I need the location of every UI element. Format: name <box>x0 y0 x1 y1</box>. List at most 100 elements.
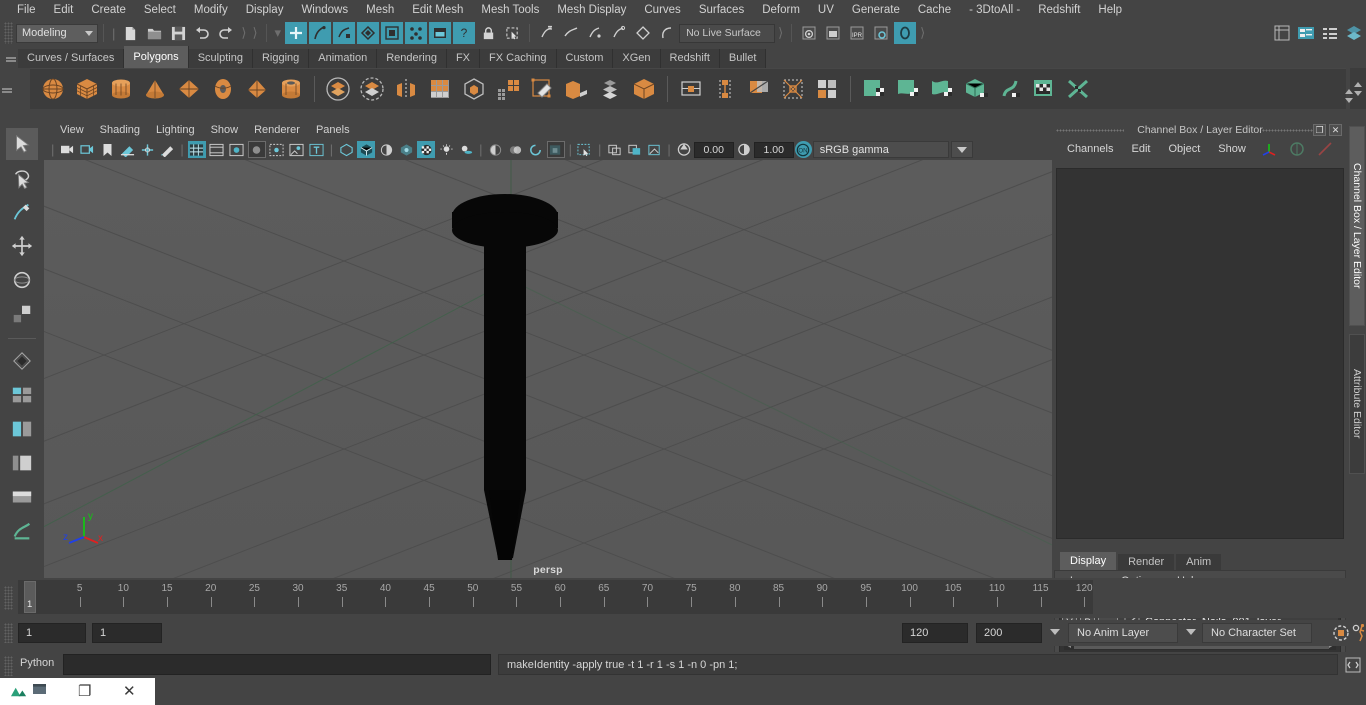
gate-mask-icon[interactable] <box>247 141 266 158</box>
vertical-tab-channel-box[interactable]: Channel Box / Layer Editor <box>1349 126 1365 326</box>
select-camera-icon[interactable] <box>58 141 76 158</box>
multisample-icon[interactable] <box>546 141 565 158</box>
command-input[interactable] <box>63 654 491 675</box>
anti-alias-icon[interactable] <box>527 141 545 158</box>
new-scene-icon[interactable] <box>119 22 141 44</box>
panel-close-button[interactable]: ✕ <box>1329 124 1342 136</box>
motion-blur-icon[interactable] <box>507 141 525 158</box>
lock-icon[interactable] <box>477 22 499 44</box>
render-sequence-icon[interactable] <box>822 22 844 44</box>
render-settings-icon[interactable] <box>870 22 892 44</box>
viewport-menu-show[interactable]: Show <box>203 122 247 139</box>
mesh-cube-icon[interactable] <box>627 72 661 106</box>
animation-start-time-field[interactable]: 1 <box>18 623 86 643</box>
shelf-tab-animation[interactable]: Animation <box>309 49 378 68</box>
polygon-pyramid-icon[interactable] <box>240 72 274 106</box>
hypershade-layout-icon[interactable] <box>6 515 38 547</box>
shelf-tab-xgen[interactable]: XGen <box>613 49 661 68</box>
ipr-render-icon[interactable]: IPR <box>846 22 868 44</box>
live-surface-field[interactable]: No Live Surface <box>679 23 776 43</box>
auto-keyframe-toggle-icon[interactable] <box>1332 624 1350 645</box>
channelbox-menu-edit[interactable]: Edit <box>1122 143 1159 155</box>
uv-snapshot-icon[interactable] <box>1061 72 1095 106</box>
outliner-layout-icon[interactable] <box>6 447 38 479</box>
menu-redshift[interactable]: Redshift <box>1029 0 1089 20</box>
boolean-union-icon[interactable] <box>321 72 355 106</box>
menu-uv[interactable]: UV <box>809 0 843 20</box>
tab-display[interactable]: Display <box>1060 552 1117 570</box>
panel-grip-left[interactable] <box>1056 129 1124 132</box>
menu-mesh-display[interactable]: Mesh Display <box>548 0 635 20</box>
open-outliner-icon[interactable] <box>1271 22 1293 44</box>
menu-modify[interactable]: Modify <box>185 0 237 20</box>
shelf-grip[interactable] <box>4 48 18 68</box>
polygon-pipe-icon[interactable] <box>274 72 308 106</box>
scale-tool[interactable] <box>6 298 38 330</box>
collapse-marker-3[interactable]: ⟩ <box>249 25 260 41</box>
tab-render[interactable]: Render <box>1118 554 1175 570</box>
exposure-aperture-icon[interactable] <box>675 141 693 158</box>
window-thumbnail-icon[interactable] <box>32 682 51 701</box>
grease-pencil-icon[interactable] <box>158 141 176 158</box>
select-tool-region-icon[interactable] <box>501 22 523 44</box>
playback-end-time-field[interactable]: 120 <box>902 623 968 643</box>
current-time-indicator[interactable]: 1 <box>24 581 36 613</box>
viewport-toolbar-grip[interactable]: | <box>48 142 57 157</box>
combine-meshes-icon[interactable] <box>423 72 457 106</box>
channel-box-toggle-icon[interactable] <box>1319 22 1341 44</box>
shelf-tab-fx[interactable]: FX <box>446 49 481 68</box>
extrude-icon[interactable] <box>559 72 593 106</box>
time-slider-grip[interactable] <box>4 586 13 610</box>
film-gate-icon[interactable] <box>208 141 226 158</box>
move-tool[interactable] <box>6 230 38 262</box>
panel-undock-button[interactable]: ❐ <box>1313 124 1326 136</box>
xray-icon[interactable] <box>268 141 286 158</box>
snap-to-view-plane-icon[interactable] <box>632 22 654 44</box>
animation-end-time-field[interactable]: 200 <box>976 623 1042 643</box>
screen-space-ao-icon[interactable] <box>487 141 505 158</box>
open-scene-icon[interactable] <box>143 22 165 44</box>
shelf-tab-polygons[interactable]: Polygons <box>124 46 189 68</box>
use-default-material-icon[interactable] <box>397 141 415 158</box>
tab-anim[interactable]: Anim <box>1176 554 1222 570</box>
playback-start-time-field[interactable]: 1 <box>92 623 162 643</box>
attribute-editor-toggle-icon[interactable] <box>1295 22 1317 44</box>
command-result-field[interactable]: makeIdentity -apply true -t 1 -r 1 -s 1 … <box>498 654 1338 675</box>
vertical-tab-attribute-editor[interactable]: Attribute Editor <box>1349 334 1365 474</box>
make-live-icon[interactable] <box>656 22 678 44</box>
uv-editor-icon[interactable] <box>1027 72 1061 106</box>
camera-attributes-icon[interactable] <box>78 141 96 158</box>
channelbox-menu-object[interactable]: Object <box>1159 143 1209 155</box>
menu-edit[interactable]: Edit <box>45 0 83 20</box>
select-vertices-icon[interactable] <box>405 22 428 44</box>
polygon-cylinder-icon[interactable] <box>104 72 138 106</box>
collapse-marker-4[interactable]: ⟩ <box>775 25 786 41</box>
uv-unfold-icon[interactable] <box>993 72 1027 106</box>
character-set-selector[interactable]: No Character Set <box>1202 623 1312 643</box>
channelbox-menu-channels[interactable]: Channels <box>1058 143 1122 155</box>
collapse-marker[interactable]: | <box>109 26 118 41</box>
color-space-dropdown-arrow[interactable] <box>950 141 973 158</box>
poly-component-icon[interactable] <box>6 345 38 377</box>
mirror-geometry-icon[interactable] <box>389 72 423 106</box>
channelbox-menu-show[interactable]: Show <box>1209 143 1255 155</box>
uv-planar-map-icon[interactable] <box>857 72 891 106</box>
smooth-mesh-icon[interactable] <box>457 72 491 106</box>
menu-surfaces[interactable]: Surfaces <box>690 0 753 20</box>
panel-grip-right[interactable] <box>1262 129 1314 132</box>
menu-create[interactable]: Create <box>82 0 135 20</box>
xray-active-components-icon[interactable] <box>625 141 643 158</box>
maya-app-icon[interactable] <box>10 682 29 701</box>
command-language-label[interactable]: Python <box>20 657 54 669</box>
select-diamond-icon[interactable] <box>357 22 380 44</box>
uv-automatic-map-icon[interactable] <box>959 72 993 106</box>
color-space-selector[interactable]: sRGB gamma <box>812 141 949 158</box>
grid-toggle-icon[interactable] <box>187 141 206 158</box>
boolean-difference-icon[interactable] <box>355 72 389 106</box>
color-management-on-icon[interactable]: ON <box>794 141 812 158</box>
select-by-component-icon[interactable] <box>333 22 356 44</box>
menu-set-selector[interactable]: Modeling <box>16 23 98 43</box>
viewport-menu-view[interactable]: View <box>52 122 92 139</box>
manipulator-axes-icon[interactable] <box>1260 140 1278 161</box>
menu-select[interactable]: Select <box>135 0 185 20</box>
